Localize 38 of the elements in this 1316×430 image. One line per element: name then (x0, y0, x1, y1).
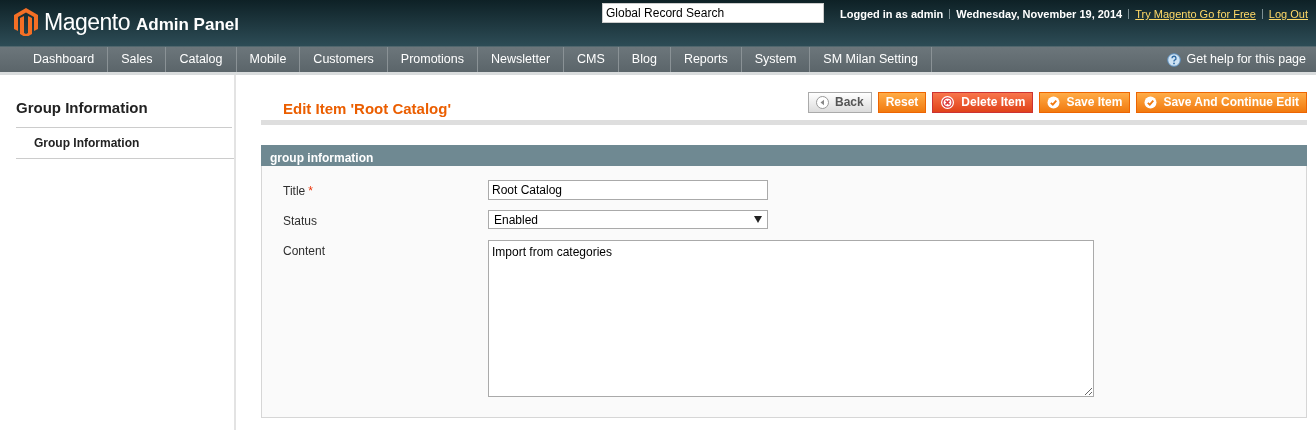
search-field[interactable]: Global Record Search (602, 3, 824, 23)
header-link[interactable]: Log Out (1268, 6, 1308, 23)
field-label: Content (283, 243, 327, 260)
page-title: Edit Item 'Root Catalog' (283, 100, 451, 118)
caret-icon (754, 216, 762, 223)
menu-item[interactable]: Sales (108, 47, 167, 72)
header-link[interactable]: Try Magento Go for Free (1135, 6, 1256, 23)
menu-item[interactable]: Promotions (387, 47, 479, 72)
logo-text: Magento (44, 8, 130, 37)
menu-item[interactable]: SM Milan Setting (810, 47, 932, 72)
menu-item[interactable]: Newsletter (478, 47, 565, 72)
menu-item[interactable]: Mobile (236, 47, 301, 72)
menu-item[interactable]: Catalog (166, 47, 237, 72)
header-text: Wednesday, November 19, 2014 (956, 7, 1123, 22)
check-icon (1144, 95, 1158, 109)
back-icon (816, 95, 829, 109)
status-dropdown[interactable]: Enabled (488, 210, 768, 229)
menu-item[interactable]: System (741, 47, 811, 72)
section-header: group information (261, 145, 1307, 166)
help-icon (1167, 52, 1182, 67)
field-label: Title * (283, 183, 314, 200)
logo-icon (14, 8, 38, 37)
sidebar-title: Group Information (16, 97, 232, 128)
content-textarea[interactable]: Import from categories (488, 240, 1094, 397)
help-link[interactable]: Get help for this page (1167, 47, 1316, 72)
menu-item[interactable]: Customers (300, 47, 388, 72)
back-button[interactable]: Back (808, 91, 872, 113)
field-label: Status (283, 213, 319, 230)
delete-button[interactable]: Delete Item (932, 91, 1034, 113)
header-text: Logged in as admin (840, 7, 944, 22)
logo-subtitle: Admin Panel (136, 13, 239, 36)
menu-item[interactable]: Blog (618, 47, 671, 72)
menu-item[interactable]: Reports (670, 47, 742, 72)
delete-icon (940, 94, 956, 110)
menu-item[interactable]: Dashboard (20, 47, 109, 72)
check-icon (1047, 95, 1061, 109)
text-field[interactable]: Root Catalog (488, 180, 768, 200)
menu-item[interactable]: CMS (564, 47, 619, 72)
